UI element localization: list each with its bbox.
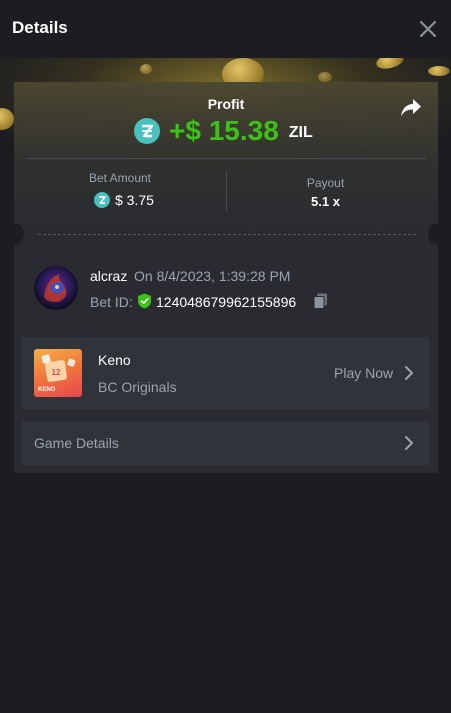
share-icon[interactable] [400, 98, 422, 118]
bet-details-card: Profit +$ 15.38 ZIL Bet Amount $ 3.75 Pa… [4, 82, 448, 473]
zil-coin-icon [134, 118, 160, 144]
verified-shield-icon [138, 293, 151, 309]
copy-icon[interactable] [313, 293, 328, 309]
game-details-row[interactable]: Game Details [22, 421, 430, 465]
bet-id-value: 124048679962155896 [156, 294, 297, 310]
play-now-button[interactable]: Play Now [334, 365, 393, 381]
page-title: Details [12, 18, 68, 37]
bet-amount-label: Bet Amount [88, 171, 152, 185]
keno-thumb-label: KENO [38, 387, 56, 393]
close-icon[interactable] [416, 17, 440, 41]
chevron-right-icon [405, 436, 413, 450]
bet-amount-value: $ 3.75 [115, 192, 154, 208]
profit-label: Profit [207, 96, 245, 112]
profit-currency: ZIL [288, 124, 313, 141]
zil-coin-icon [94, 192, 110, 208]
game-name: Keno [98, 352, 131, 368]
bet-id-label: Bet ID: [90, 294, 133, 310]
chevron-right-icon [405, 366, 413, 380]
game-provider: BC Originals [98, 379, 177, 395]
profit-row: +$ 15.38 ZIL [134, 115, 313, 147]
bet-date: On 8/4/2023, 1:39:28 PM [134, 268, 291, 284]
ticket-notch-left [4, 223, 24, 245]
payout-value: 5.1 x [311, 194, 340, 209]
dashed-divider [38, 234, 416, 235]
profit-amount: +$ 15.38 [169, 115, 279, 146]
bet-amount-row: $ 3.75 [94, 192, 154, 208]
game-details-label: Game Details [34, 435, 119, 451]
keno-thumb-number: 12 [52, 368, 61, 377]
header-bar: Details [0, 0, 451, 58]
avatar[interactable] [34, 266, 78, 310]
username[interactable]: alcraz [90, 268, 127, 284]
game-row-keno[interactable]: 12 KENO Keno BC Originals Play Now [22, 337, 430, 409]
payout-label: Payout [306, 176, 345, 190]
keno-thumbnail: 12 KENO [34, 349, 82, 397]
divider [26, 158, 426, 159]
ticket-notch-right [428, 223, 448, 245]
